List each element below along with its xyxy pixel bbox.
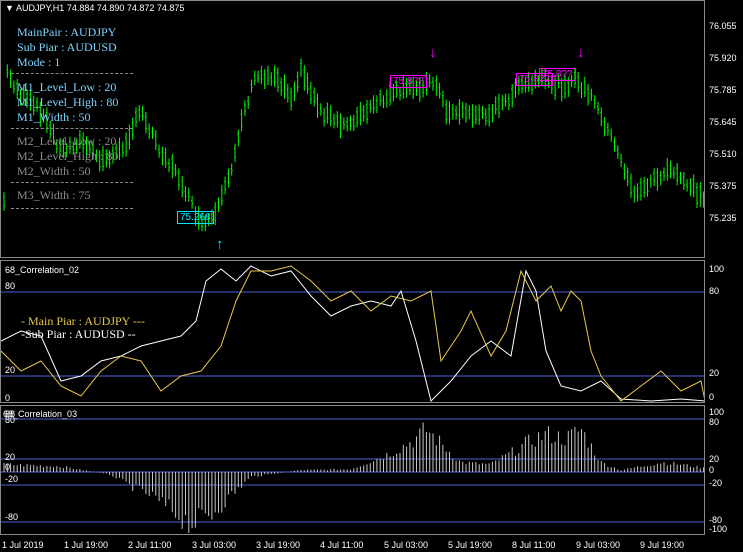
price-tick: 75.920 — [709, 53, 737, 63]
m2-width-label: M2_Width : 50 — [17, 164, 91, 178]
scale-tick: 20 — [709, 368, 720, 378]
level-label: -20 — [5, 474, 19, 484]
ohlc-readout: 74.884 74.890 74.872 74.875 — [66, 3, 185, 13]
time-tick: 9 Jul 19:00 — [640, 540, 685, 550]
level-label: 20 — [5, 365, 16, 375]
time-tick: 2 Jul 11:00 — [128, 540, 172, 550]
divider — [11, 208, 133, 209]
correlation-03-histogram — [1, 418, 704, 533]
price-chart-pane[interactable]: ▼ AUDJPY,H1 74.884 74.890 74.872 74.875 … — [0, 0, 705, 258]
correlation-02-scale: 100 80 20 0 — [706, 260, 743, 403]
time-tick: 9 Jul 03:00 — [576, 540, 621, 550]
time-tick: 8 Jul 11:00 — [512, 540, 556, 550]
indicator-title: 68_Correlation_02 — [5, 265, 80, 275]
m1-low-label: M1_Level_Low : 20 — [17, 80, 117, 94]
price-tick: 75.375 — [709, 181, 737, 191]
m3-width-label: M3_Width : 75 — [17, 188, 91, 202]
up-arrow-icon: ↑ — [216, 236, 224, 253]
legend-sub-pair: -Sub Piar : AUDUSD -- — [21, 327, 136, 341]
scale-tick: 0 — [709, 392, 715, 402]
level-label: -80 — [5, 512, 19, 522]
scale-tick: -100 — [709, 524, 728, 534]
time-tick: 5 Jul 03:00 — [384, 540, 429, 550]
level-label: 80 — [5, 415, 16, 425]
price-label-low: 75.268 — [177, 211, 214, 224]
time-tick: 3 Jul 03:00 — [192, 540, 237, 550]
correlation-02-pane[interactable]: 68_Correlation_02 80 20 0 - Main Piar : … — [0, 260, 705, 403]
time-axis: 1 Jul 2019 1 Jul 19:00 2 Jul 11:00 3 Jul… — [0, 537, 743, 552]
level-label: 0 — [5, 393, 11, 403]
time-tick: 1 Jul 2019 — [2, 540, 44, 550]
down-arrow-icon: ↓ — [577, 44, 585, 61]
divider — [11, 73, 133, 74]
indicator-title: 8868_Correlation_03 — [3, 409, 77, 419]
symbol-timeframe: AUDJPY,H1 — [15, 3, 65, 13]
m1-width-label: M1_Width : 50 — [17, 110, 91, 124]
time-tick: 4 Jul 11:00 — [320, 540, 364, 550]
scale-tick: -20 — [709, 478, 723, 488]
level-label: 80 — [5, 281, 16, 291]
main-pair-label: MainPair : AUDJPY — [17, 25, 117, 39]
scale-tick: 80 — [709, 417, 720, 427]
time-tick: 5 Jul 19:00 — [448, 540, 493, 550]
scale-tick: 100 — [709, 407, 725, 417]
triangle-down-icon[interactable]: ▼ — [5, 3, 14, 13]
price-tick: 75.510 — [709, 149, 737, 159]
time-tick: 3 Jul 19:00 — [256, 540, 301, 550]
down-arrow-icon: ↓ — [429, 44, 437, 61]
correlation-03-scale: 100 80 20 0 -20 -80 -100 — [706, 405, 743, 535]
scale-tick: 0 — [709, 465, 715, 475]
price-label-high: 75.8?? — [539, 68, 576, 81]
price-tick: 75.235 — [709, 213, 737, 223]
scale-tick: 80 — [709, 286, 720, 296]
price-tick: 75.645 — [709, 117, 737, 127]
m2-low-label: M2_Level_Low : 20 — [17, 134, 117, 148]
price-label-high: 75.8?? — [390, 75, 427, 88]
time-tick: 1 Jul 19:00 — [64, 540, 109, 550]
m2-high-label: M2_Level_High : 80 — [17, 149, 119, 163]
level-label: 0 — [5, 462, 11, 472]
m1-high-label: M1_Level_High : 80 — [17, 95, 119, 109]
chart-header: ▼ AUDJPY,H1 74.884 74.890 74.872 74.875 — [5, 3, 184, 13]
level-label: 20 — [5, 452, 16, 462]
price-tick: 76.055 — [709, 21, 737, 31]
scale-tick: 100 — [709, 264, 725, 274]
price-tick: 75.785 — [709, 85, 737, 95]
mode-label: Mode : 1 — [17, 55, 61, 69]
scale-tick: 20 — [709, 454, 720, 464]
sub-pair-label: Sub Piar : AUDUSD — [17, 40, 117, 54]
divider — [11, 182, 133, 183]
price-scale: 76.055 75.920 75.785 75.645 75.510 75.37… — [706, 0, 743, 258]
divider — [11, 128, 133, 129]
correlation-03-pane[interactable]: 8868_Correlation_03 80 20 0 -20 -80 — [0, 405, 705, 535]
